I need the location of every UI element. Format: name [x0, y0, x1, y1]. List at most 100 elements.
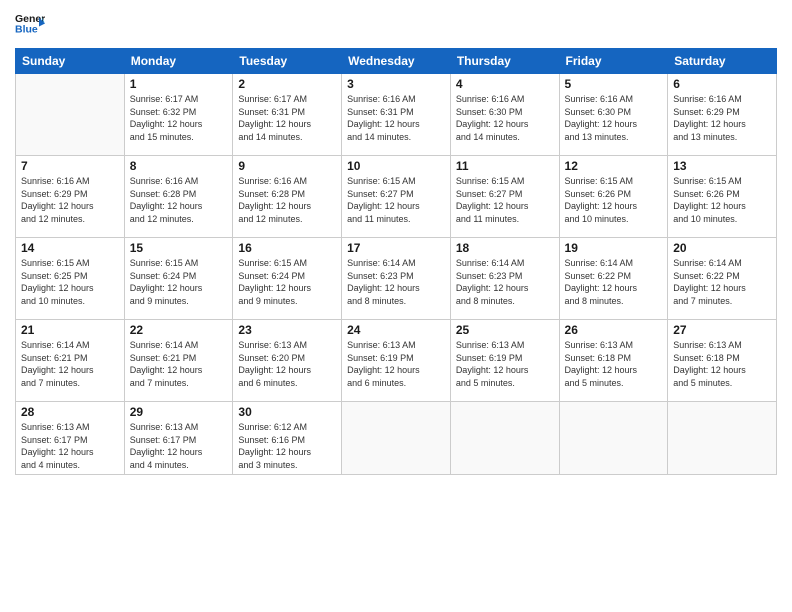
day-info: Sunrise: 6:15 AMSunset: 6:27 PMDaylight:…	[347, 175, 445, 225]
weekday-header-sunday: Sunday	[16, 49, 125, 74]
day-number: 25	[456, 323, 554, 337]
calendar-cell: 11Sunrise: 6:15 AMSunset: 6:27 PMDayligh…	[450, 156, 559, 238]
day-info: Sunrise: 6:13 AMSunset: 6:19 PMDaylight:…	[456, 339, 554, 389]
calendar-cell: 2 Sunrise: 6:17 AMSunset: 6:31 PMDaylight…	[233, 74, 342, 156]
day-info: Sunrise: 6:15 AMSunset: 6:24 PMDaylight:…	[238, 257, 336, 307]
week-row-2: 14 Sunrise: 6:15 AMSunset: 6:25 PMDayligh…	[16, 238, 777, 320]
day-number: 12	[565, 159, 663, 173]
calendar-cell: 5Sunrise: 6:16 AMSunset: 6:30 PMDaylight…	[559, 74, 668, 156]
calendar-cell: 21 Sunrise: 6:14 AMSunset: 6:21 PMDayligh…	[16, 320, 125, 402]
day-number: 20	[673, 241, 771, 255]
day-number: 16	[238, 241, 336, 255]
calendar-cell: 7 Sunrise: 6:16 AMSunset: 6:29 PMDaylight…	[16, 156, 125, 238]
day-number: 23	[238, 323, 336, 337]
day-info: Sunrise: 6:13 AMSunset: 6:18 PMDaylight:…	[673, 339, 771, 389]
calendar-cell: 22 Sunrise: 6:14 AMSunset: 6:21 PMDayligh…	[124, 320, 233, 402]
calendar-cell: 8 Sunrise: 6:16 AMSunset: 6:28 PMDaylight…	[124, 156, 233, 238]
calendar-cell: 9Sunrise: 6:16 AMSunset: 6:28 PMDaylight…	[233, 156, 342, 238]
day-info: Sunrise: 6:13 AMSunset: 6:17 PMDaylight:…	[130, 421, 228, 471]
day-info: Sunrise: 6:17 AMSunset: 6:32 PMDaylight:…	[130, 93, 228, 143]
day-number: 22	[130, 323, 228, 337]
day-number: 26	[565, 323, 663, 337]
day-info: Sunrise: 6:16 AMSunset: 6:29 PMDaylight:…	[673, 93, 771, 143]
day-info: Sunrise: 6:15 AMSunset: 6:25 PMDaylight:…	[21, 257, 119, 307]
day-info: Sunrise: 6:16 AMSunset: 6:28 PMDaylight:…	[130, 175, 228, 225]
header: GeneralBlue	[15, 10, 777, 40]
day-info: Sunrise: 6:14 AMSunset: 6:22 PMDaylight:…	[673, 257, 771, 307]
calendar-cell: 10 Sunrise: 6:15 AMSunset: 6:27 PMDayligh…	[342, 156, 451, 238]
day-number: 24	[347, 323, 445, 337]
week-row-0: 1 Sunrise: 6:17 AMSunset: 6:32 PMDaylight…	[16, 74, 777, 156]
day-info: Sunrise: 6:15 AMSunset: 6:26 PMDaylight:…	[565, 175, 663, 225]
day-info: Sunrise: 6:14 AMSunset: 6:21 PMDaylight:…	[130, 339, 228, 389]
calendar-cell: 28 Sunrise: 6:13 AMSunset: 6:17 PMDayligh…	[16, 402, 125, 475]
day-info: Sunrise: 6:16 AMSunset: 6:29 PMDaylight:…	[21, 175, 119, 225]
calendar-cell: 1 Sunrise: 6:17 AMSunset: 6:32 PMDaylight…	[124, 74, 233, 156]
day-number: 13	[673, 159, 771, 173]
calendar-cell: 27 Sunrise: 6:13 AMSunset: 6:18 PMDayligh…	[668, 320, 777, 402]
day-number: 2	[238, 77, 336, 91]
day-number: 27	[673, 323, 771, 337]
day-number: 28	[21, 405, 119, 419]
day-number: 10	[347, 159, 445, 173]
calendar-cell: 6 Sunrise: 6:16 AMSunset: 6:29 PMDaylight…	[668, 74, 777, 156]
weekday-header-saturday: Saturday	[668, 49, 777, 74]
calendar-cell	[16, 74, 125, 156]
day-info: Sunrise: 6:13 AMSunset: 6:20 PMDaylight:…	[238, 339, 336, 389]
week-row-3: 21 Sunrise: 6:14 AMSunset: 6:21 PMDayligh…	[16, 320, 777, 402]
calendar-cell: 18 Sunrise: 6:14 AMSunset: 6:23 PMDayligh…	[450, 238, 559, 320]
calendar-cell: 4 Sunrise: 6:16 AMSunset: 6:30 PMDaylight…	[450, 74, 559, 156]
calendar-cell: 17 Sunrise: 6:14 AMSunset: 6:23 PMDayligh…	[342, 238, 451, 320]
day-info: Sunrise: 6:14 AMSunset: 6:21 PMDaylight:…	[21, 339, 119, 389]
weekday-header-monday: Monday	[124, 49, 233, 74]
calendar-cell: 30 Sunrise: 6:12 AMSunset: 6:16 PMDayligh…	[233, 402, 342, 475]
day-info: Sunrise: 6:15 AMSunset: 6:24 PMDaylight:…	[130, 257, 228, 307]
day-info: Sunrise: 6:14 AMSunset: 6:22 PMDaylight:…	[565, 257, 663, 307]
logo: GeneralBlue	[15, 10, 45, 40]
day-info: Sunrise: 6:14 AMSunset: 6:23 PMDaylight:…	[456, 257, 554, 307]
calendar-cell: 14 Sunrise: 6:15 AMSunset: 6:25 PMDayligh…	[16, 238, 125, 320]
day-info: Sunrise: 6:14 AMSunset: 6:23 PMDaylight:…	[347, 257, 445, 307]
day-number: 14	[21, 241, 119, 255]
day-number: 7	[21, 159, 119, 173]
weekday-header-row: SundayMondayTuesdayWednesdayThursdayFrid…	[16, 49, 777, 74]
calendar-table: SundayMondayTuesdayWednesdayThursdayFrid…	[15, 48, 777, 475]
calendar-cell: 16 Sunrise: 6:15 AMSunset: 6:24 PMDayligh…	[233, 238, 342, 320]
weekday-header-tuesday: Tuesday	[233, 49, 342, 74]
day-info: Sunrise: 6:15 AMSunset: 6:26 PMDaylight:…	[673, 175, 771, 225]
weekday-header-friday: Friday	[559, 49, 668, 74]
day-number: 11	[456, 159, 554, 173]
calendar-cell: 23 Sunrise: 6:13 AMSunset: 6:20 PMDayligh…	[233, 320, 342, 402]
day-number: 8	[130, 159, 228, 173]
day-number: 5	[565, 77, 663, 91]
calendar-cell: 13 Sunrise: 6:15 AMSunset: 6:26 PMDayligh…	[668, 156, 777, 238]
calendar-cell: 29 Sunrise: 6:13 AMSunset: 6:17 PMDayligh…	[124, 402, 233, 475]
calendar-cell	[559, 402, 668, 475]
day-info: Sunrise: 6:12 AMSunset: 6:16 PMDaylight:…	[238, 421, 336, 471]
day-number: 30	[238, 405, 336, 419]
day-number: 29	[130, 405, 228, 419]
calendar-cell	[342, 402, 451, 475]
calendar-cell: 15 Sunrise: 6:15 AMSunset: 6:24 PMDayligh…	[124, 238, 233, 320]
day-number: 1	[130, 77, 228, 91]
day-number: 4	[456, 77, 554, 91]
day-number: 21	[21, 323, 119, 337]
calendar-cell: 24 Sunrise: 6:13 AMSunset: 6:19 PMDayligh…	[342, 320, 451, 402]
day-info: Sunrise: 6:13 AMSunset: 6:17 PMDaylight:…	[21, 421, 119, 471]
day-info: Sunrise: 6:17 AMSunset: 6:31 PMDaylight:…	[238, 93, 336, 143]
day-info: Sunrise: 6:13 AMSunset: 6:18 PMDaylight:…	[565, 339, 663, 389]
calendar-cell: 20 Sunrise: 6:14 AMSunset: 6:22 PMDayligh…	[668, 238, 777, 320]
svg-text:Blue: Blue	[15, 24, 38, 36]
weekday-header-thursday: Thursday	[450, 49, 559, 74]
calendar-cell: 3Sunrise: 6:16 AMSunset: 6:31 PMDaylight…	[342, 74, 451, 156]
day-info: Sunrise: 6:16 AMSunset: 6:31 PMDaylight:…	[347, 93, 445, 143]
day-number: 19	[565, 241, 663, 255]
day-number: 18	[456, 241, 554, 255]
day-info: Sunrise: 6:16 AMSunset: 6:30 PMDaylight:…	[456, 93, 554, 143]
week-row-4: 28 Sunrise: 6:13 AMSunset: 6:17 PMDayligh…	[16, 402, 777, 475]
day-number: 6	[673, 77, 771, 91]
day-info: Sunrise: 6:13 AMSunset: 6:19 PMDaylight:…	[347, 339, 445, 389]
day-number: 15	[130, 241, 228, 255]
week-row-1: 7 Sunrise: 6:16 AMSunset: 6:29 PMDaylight…	[16, 156, 777, 238]
day-number: 17	[347, 241, 445, 255]
